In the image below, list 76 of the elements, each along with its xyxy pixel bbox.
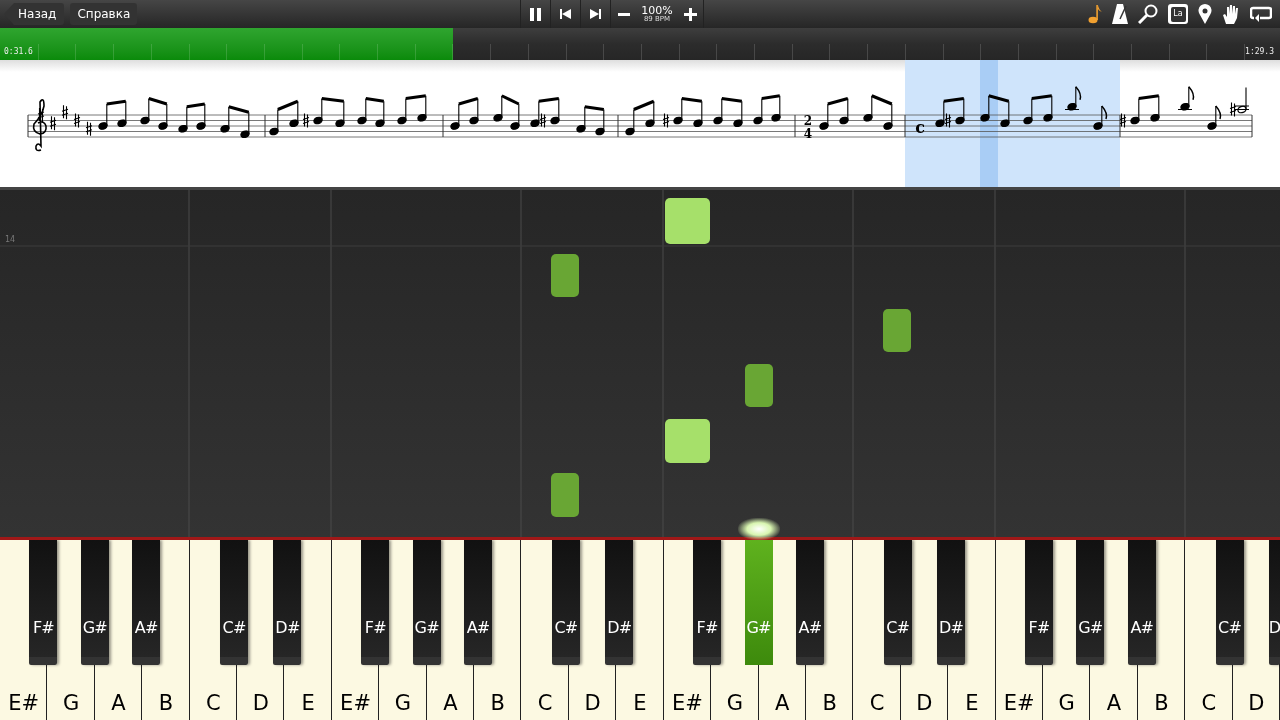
loop-icon[interactable] [1250,6,1272,22]
natural-key[interactable]: G [47,670,95,720]
skip-back-icon [560,9,571,19]
help-button[interactable]: Справка [70,3,138,25]
plus-icon [684,7,697,21]
location-pin-icon[interactable] [1198,4,1212,24]
sharp-key[interactable]: G# [1076,540,1105,665]
natural-key[interactable]: E [948,670,996,720]
natural-key[interactable]: D [237,670,285,720]
sharp-key[interactable]: F# [1024,540,1053,665]
natural-key[interactable]: A [94,670,143,720]
falling-note [551,254,579,297]
sharp-key[interactable]: A# [795,540,824,665]
sharp-key[interactable]: A# [464,540,493,665]
natural-key[interactable]: C [189,670,238,720]
sharp-key[interactable]: F# [693,540,722,665]
sharp-key[interactable]: D# [605,540,634,665]
natural-key[interactable]: E [284,670,332,720]
note-label-mode-button[interactable]: La [1168,4,1188,24]
natural-key[interactable]: C [853,670,901,720]
time-signature-denominator: 4 [803,127,813,141]
sharp-key[interactable]: A# [1127,540,1156,665]
common-time-symbol: c [915,118,925,137]
natural-key[interactable]: B [805,670,854,720]
sharp-key[interactable]: D# [937,540,966,665]
falling-note [883,309,911,352]
sharp-key[interactable]: G# [412,540,441,665]
natural-key[interactable]: D [1232,670,1280,720]
natural-key[interactable]: E# [0,670,48,720]
natural-key[interactable]: A [426,670,475,720]
falling-note [665,198,710,244]
sharp-key[interactable]: G# [744,540,773,665]
natural-key[interactable]: A [1090,670,1138,720]
elapsed-time: 0:31.6 [4,46,33,58]
natural-key[interactable]: E# [663,670,712,720]
key-glow [738,518,780,540]
back-button[interactable]: Назад [4,3,65,25]
sharp-key[interactable]: F# [361,540,390,665]
total-time: 1:29.3 [1245,46,1274,58]
sharp-key[interactable]: A# [132,540,161,665]
measure-number: 14 [5,234,16,246]
pause-icon [530,7,541,21]
search-icon[interactable] [1138,4,1158,24]
natural-key[interactable]: G [1042,670,1091,720]
natural-key[interactable]: E [616,670,664,720]
metronome-icon[interactable] [1112,4,1128,24]
hand-icon[interactable] [1222,4,1240,24]
music-note-icon[interactable] [1088,4,1102,24]
natural-key[interactable]: E# [995,670,1043,720]
natural-key[interactable]: D [900,670,949,720]
minus-icon [617,12,630,16]
natural-key[interactable]: E# [331,670,380,720]
natural-key[interactable]: C [1185,670,1233,720]
natural-key[interactable]: D [568,670,617,720]
time-signature-numerator: 2 [803,114,813,128]
falling-note [551,473,579,517]
natural-key[interactable]: A [758,670,806,720]
falling-note [745,364,773,407]
sharp-key[interactable]: G# [80,540,109,665]
sharp-key[interactable]: D [1269,540,1280,665]
progress-track[interactable]: 0:31.6 1:29.3 [0,28,1280,60]
falling-note [665,419,710,463]
skip-forward-icon [590,9,601,19]
natural-key[interactable]: B [1137,670,1186,720]
sharp-key[interactable]: C# [220,540,249,665]
natural-key[interactable]: B [142,670,190,720]
natural-key[interactable]: G [379,670,427,720]
natural-key[interactable]: C [521,670,569,720]
sharp-key[interactable]: C# [883,540,912,665]
natural-key[interactable]: B [474,670,522,720]
speed-percent: 100% [641,5,673,16]
natural-key[interactable]: G [711,670,759,720]
sharp-key[interactable]: F# [29,540,58,665]
sharp-key[interactable]: D# [273,540,302,665]
sharp-key[interactable]: C# [1215,540,1244,665]
sharp-key[interactable]: C# [551,540,580,665]
